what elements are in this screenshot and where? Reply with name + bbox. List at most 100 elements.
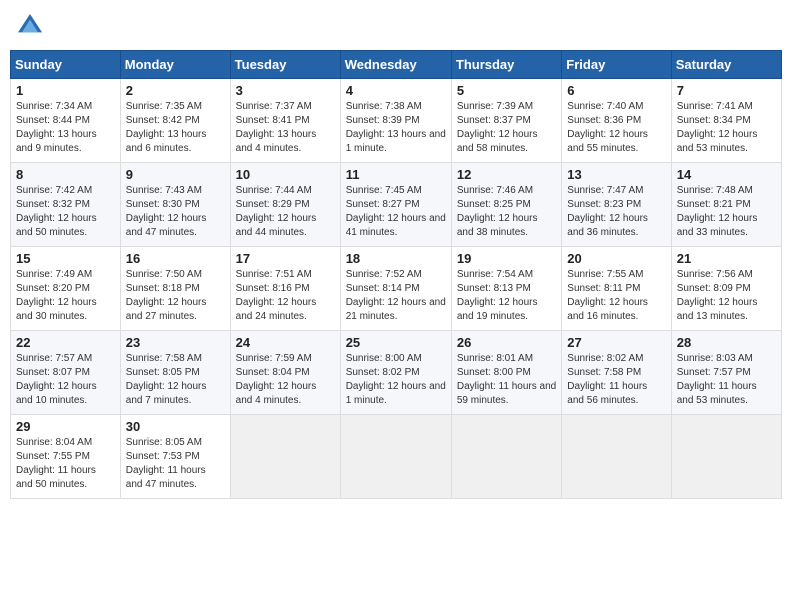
calendar-week-row: 1Sunrise: 7:34 AMSunset: 8:44 PMDaylight… xyxy=(11,79,782,163)
day-details: Sunrise: 7:52 AMSunset: 8:14 PMDaylight:… xyxy=(346,268,446,324)
day-details: Sunrise: 7:55 AMSunset: 8:11 PMDaylight:… xyxy=(567,268,665,324)
calendar-week-row: 15 Sunrise: 7:49 AMSunset: 8:20 PMDayligh… xyxy=(11,247,782,331)
day-details: Sunrise: 8:05 AMSunset: 7:53 PMDaylight:… xyxy=(126,436,225,492)
day-number: 27 xyxy=(567,335,665,350)
day-details: Sunrise: 7:51 AMSunset: 8:16 PMDaylight:… xyxy=(236,268,335,324)
day-number: 2 xyxy=(126,83,225,98)
day-number: 13 xyxy=(567,167,665,182)
day-number: 11 xyxy=(346,167,446,182)
day-number: 25 xyxy=(346,335,446,350)
day-number: 3 xyxy=(236,83,335,98)
day-details: Sunrise: 7:54 AMSunset: 8:13 PMDaylight:… xyxy=(457,268,556,324)
day-details: Sunrise: 7:58 AMSunset: 8:05 PMDaylight:… xyxy=(126,352,225,408)
day-details: Sunrise: 7:43 AMSunset: 8:30 PMDaylight:… xyxy=(126,184,225,240)
calendar-day-17: 17 Sunrise: 7:51 AMSunset: 8:16 PMDayligh… xyxy=(230,247,340,331)
day-number: 18 xyxy=(346,251,446,266)
calendar-day-1: 1Sunrise: 7:34 AMSunset: 8:44 PMDaylight… xyxy=(11,79,121,163)
calendar-day-20: 20 Sunrise: 7:55 AMSunset: 8:11 PMDayligh… xyxy=(562,247,671,331)
day-number: 12 xyxy=(457,167,556,182)
day-number: 15 xyxy=(16,251,115,266)
day-details: Sunrise: 7:34 AMSunset: 8:44 PMDaylight:… xyxy=(16,100,115,156)
day-details: Sunrise: 7:46 AMSunset: 8:25 PMDaylight:… xyxy=(457,184,556,240)
day-details: Sunrise: 7:49 AMSunset: 8:20 PMDaylight:… xyxy=(16,268,115,324)
calendar-day-10: 10 Sunrise: 7:44 AMSunset: 8:29 PMDayligh… xyxy=(230,163,340,247)
calendar-day-3: 3 Sunrise: 7:37 AMSunset: 8:41 PMDaylight… xyxy=(230,79,340,163)
day-number: 10 xyxy=(236,167,335,182)
day-number: 9 xyxy=(126,167,225,182)
day-details: Sunrise: 7:44 AMSunset: 8:29 PMDaylight:… xyxy=(236,184,335,240)
calendar-day-21: 21Sunrise: 7:56 AMSunset: 8:09 PMDayligh… xyxy=(671,247,781,331)
day-header-friday: Friday xyxy=(562,51,671,79)
calendar-day-4: 4 Sunrise: 7:38 AMSunset: 8:39 PMDaylight… xyxy=(340,79,451,163)
day-details: Sunrise: 7:39 AMSunset: 8:37 PMDaylight:… xyxy=(457,100,556,156)
day-number: 24 xyxy=(236,335,335,350)
day-number: 22 xyxy=(16,335,115,350)
day-header-sunday: Sunday xyxy=(11,51,121,79)
calendar-day-7: 7Sunrise: 7:41 AMSunset: 8:34 PMDaylight… xyxy=(671,79,781,163)
calendar-header-row: SundayMondayTuesdayWednesdayThursdayFrid… xyxy=(11,51,782,79)
day-header-wednesday: Wednesday xyxy=(340,51,451,79)
day-number: 17 xyxy=(236,251,335,266)
empty-cell xyxy=(562,415,671,499)
calendar-day-2: 2 Sunrise: 7:35 AMSunset: 8:42 PMDaylight… xyxy=(120,79,230,163)
day-details: Sunrise: 7:35 AMSunset: 8:42 PMDaylight:… xyxy=(126,100,225,156)
empty-cell xyxy=(340,415,451,499)
day-details: Sunrise: 8:01 AMSunset: 8:00 PMDaylight:… xyxy=(457,352,556,408)
day-number: 4 xyxy=(346,83,446,98)
day-number: 20 xyxy=(567,251,665,266)
logo xyxy=(14,10,50,42)
day-details: Sunrise: 7:42 AMSunset: 8:32 PMDaylight:… xyxy=(16,184,115,240)
day-number: 23 xyxy=(126,335,225,350)
logo-icon xyxy=(14,10,46,42)
day-number: 30 xyxy=(126,419,225,434)
calendar-day-27: 27 Sunrise: 8:02 AMSunset: 7:58 PMDayligh… xyxy=(562,331,671,415)
day-number: 8 xyxy=(16,167,115,182)
day-details: Sunrise: 7:48 AMSunset: 8:21 PMDaylight:… xyxy=(677,184,776,240)
calendar-day-6: 6 Sunrise: 7:40 AMSunset: 8:36 PMDaylight… xyxy=(562,79,671,163)
day-details: Sunrise: 7:45 AMSunset: 8:27 PMDaylight:… xyxy=(346,184,446,240)
day-number: 21 xyxy=(677,251,776,266)
day-number: 14 xyxy=(677,167,776,182)
day-number: 26 xyxy=(457,335,556,350)
calendar-table: SundayMondayTuesdayWednesdayThursdayFrid… xyxy=(10,50,782,499)
day-details: Sunrise: 7:50 AMSunset: 8:18 PMDaylight:… xyxy=(126,268,225,324)
calendar-day-22: 22 Sunrise: 7:57 AMSunset: 8:07 PMDayligh… xyxy=(11,331,121,415)
calendar-day-26: 26 Sunrise: 8:01 AMSunset: 8:00 PMDayligh… xyxy=(451,331,561,415)
calendar-day-18: 18 Sunrise: 7:52 AMSunset: 8:14 PMDayligh… xyxy=(340,247,451,331)
calendar-week-row: 22 Sunrise: 7:57 AMSunset: 8:07 PMDayligh… xyxy=(11,331,782,415)
calendar-week-row: 29 Sunrise: 8:04 AMSunset: 7:55 PMDayligh… xyxy=(11,415,782,499)
empty-cell xyxy=(451,415,561,499)
calendar-day-24: 24 Sunrise: 7:59 AMSunset: 8:04 PMDayligh… xyxy=(230,331,340,415)
day-header-saturday: Saturday xyxy=(671,51,781,79)
day-number: 29 xyxy=(16,419,115,434)
day-number: 5 xyxy=(457,83,556,98)
page-header xyxy=(10,10,782,42)
day-header-tuesday: Tuesday xyxy=(230,51,340,79)
empty-cell xyxy=(671,415,781,499)
calendar-week-row: 8 Sunrise: 7:42 AMSunset: 8:32 PMDaylight… xyxy=(11,163,782,247)
calendar-day-5: 5 Sunrise: 7:39 AMSunset: 8:37 PMDaylight… xyxy=(451,79,561,163)
calendar-day-13: 13 Sunrise: 7:47 AMSunset: 8:23 PMDayligh… xyxy=(562,163,671,247)
calendar-day-16: 16 Sunrise: 7:50 AMSunset: 8:18 PMDayligh… xyxy=(120,247,230,331)
day-number: 6 xyxy=(567,83,665,98)
day-details: Sunrise: 8:04 AMSunset: 7:55 PMDaylight:… xyxy=(16,436,115,492)
day-details: Sunrise: 7:59 AMSunset: 8:04 PMDaylight:… xyxy=(236,352,335,408)
day-header-thursday: Thursday xyxy=(451,51,561,79)
day-number: 28 xyxy=(677,335,776,350)
day-number: 7 xyxy=(677,83,776,98)
calendar-day-25: 25 Sunrise: 8:00 AMSunset: 8:02 PMDayligh… xyxy=(340,331,451,415)
day-details: Sunrise: 7:40 AMSunset: 8:36 PMDaylight:… xyxy=(567,100,665,156)
day-details: Sunrise: 7:38 AMSunset: 8:39 PMDaylight:… xyxy=(346,100,446,156)
day-details: Sunrise: 7:57 AMSunset: 8:07 PMDaylight:… xyxy=(16,352,115,408)
calendar-day-12: 12 Sunrise: 7:46 AMSunset: 8:25 PMDayligh… xyxy=(451,163,561,247)
day-number: 16 xyxy=(126,251,225,266)
calendar-day-11: 11 Sunrise: 7:45 AMSunset: 8:27 PMDayligh… xyxy=(340,163,451,247)
day-details: Sunrise: 7:37 AMSunset: 8:41 PMDaylight:… xyxy=(236,100,335,156)
calendar-day-9: 9 Sunrise: 7:43 AMSunset: 8:30 PMDaylight… xyxy=(120,163,230,247)
day-details: Sunrise: 7:47 AMSunset: 8:23 PMDaylight:… xyxy=(567,184,665,240)
calendar-day-30: 30 Sunrise: 8:05 AMSunset: 7:53 PMDayligh… xyxy=(120,415,230,499)
day-details: Sunrise: 8:02 AMSunset: 7:58 PMDaylight:… xyxy=(567,352,665,408)
calendar-day-29: 29 Sunrise: 8:04 AMSunset: 7:55 PMDayligh… xyxy=(11,415,121,499)
calendar-day-8: 8 Sunrise: 7:42 AMSunset: 8:32 PMDaylight… xyxy=(11,163,121,247)
day-details: Sunrise: 8:00 AMSunset: 8:02 PMDaylight:… xyxy=(346,352,446,408)
